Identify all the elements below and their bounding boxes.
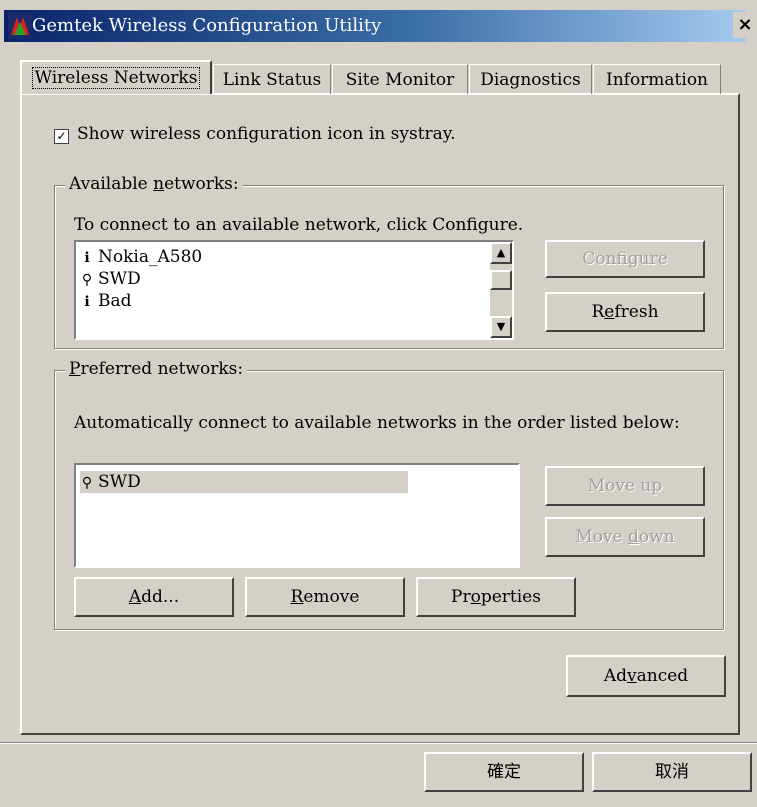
arrow-down-icon: ▼ [496, 320, 506, 333]
tab-link-status[interactable]: Link Status [213, 64, 331, 94]
info-icon: ℹ [84, 250, 90, 266]
preferred-networks-label: Preferred networks: [65, 359, 248, 379]
systray-checkbox[interactable]: ✓ [54, 129, 69, 144]
properties-button[interactable]: Properties [416, 577, 576, 617]
add-button[interactable]: Add... [74, 577, 234, 617]
antenna-icon: ⚲ [81, 475, 93, 491]
list-item[interactable]: ℹ Bad [80, 290, 131, 312]
tab-information[interactable]: Information [593, 64, 721, 94]
close-icon: × [737, 14, 753, 35]
window-title: Gemtek Wireless Configuration Utility [32, 15, 382, 36]
scroll-thumb[interactable] [490, 270, 512, 290]
remove-button[interactable]: Remove [245, 577, 405, 617]
advanced-button[interactable]: Advanced [566, 655, 726, 697]
info-icon: ℹ [84, 294, 90, 310]
tab-site-monitor[interactable]: Site Monitor [332, 64, 468, 94]
utility-window: Gemtek Wireless Configuration Utility × … [0, 0, 757, 807]
checkmark-icon: ✓ [56, 129, 67, 143]
available-networks-description: To connect to an available network, clic… [74, 215, 524, 235]
arrow-up-icon: ▲ [496, 246, 506, 259]
list-item[interactable]: ℹ Nokia_A580 [80, 246, 202, 268]
antenna-icon: ⚲ [81, 272, 93, 288]
available-networks-label: Available networks: [65, 174, 243, 194]
preferred-networks-description: Automatically connect to available netwo… [74, 413, 680, 433]
configure-button[interactable]: Configure [545, 240, 705, 278]
preferred-networks-list[interactable]: ⚲ SWD [74, 463, 520, 568]
systray-checkbox-label: Show wireless configuration icon in syst… [77, 124, 456, 144]
available-networks-list[interactable]: ℹ Nokia_A580 ⚲ SWD ℹ Bad ▲ ▼ [74, 240, 514, 340]
list-item[interactable]: ⚲ SWD [80, 471, 141, 493]
cancel-button[interactable]: 取消 [592, 752, 752, 792]
app-logo-icon [8, 13, 32, 39]
title-bar[interactable]: Gemtek Wireless Configuration Utility [4, 10, 746, 42]
footer-separator [0, 742, 757, 744]
ok-button[interactable]: 確定 [424, 752, 584, 792]
systray-checkbox-row[interactable]: ✓ Show wireless configuration icon in sys… [54, 124, 456, 144]
list-item[interactable]: ⚲ SWD [80, 268, 141, 290]
scroll-up-button[interactable]: ▲ [490, 242, 512, 264]
refresh-button[interactable]: Refresh [545, 292, 705, 332]
available-list-scrollbar[interactable]: ▲ ▼ [490, 242, 512, 338]
move-up-button[interactable]: Move up [545, 466, 705, 506]
close-button[interactable]: × [733, 12, 757, 38]
scroll-down-button[interactable]: ▼ [490, 316, 512, 338]
tab-wireless-networks[interactable]: Wireless Networks [20, 60, 212, 94]
tab-diagnostics[interactable]: Diagnostics [469, 64, 592, 94]
move-down-button[interactable]: Move down [545, 517, 705, 557]
